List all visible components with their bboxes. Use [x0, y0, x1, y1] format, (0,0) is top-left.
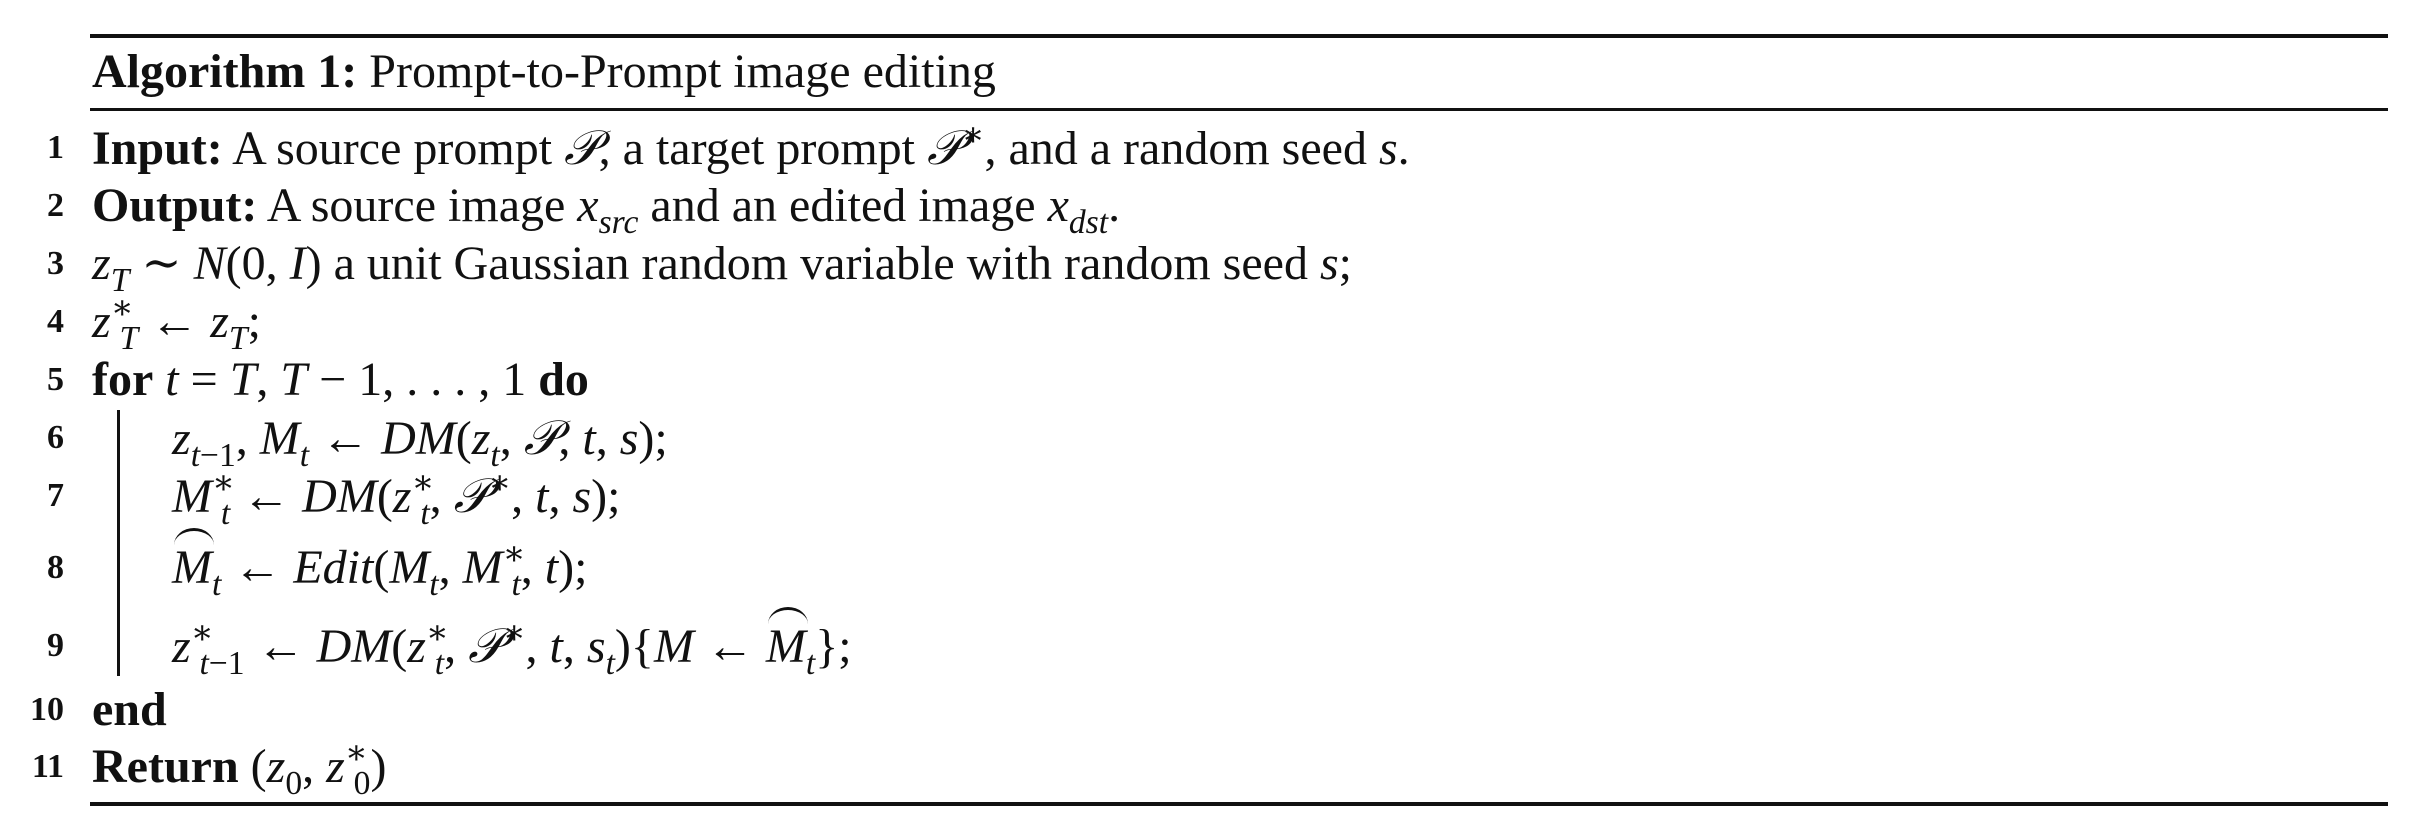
top-rule	[90, 34, 2388, 38]
line-number: 11	[31, 748, 64, 785]
loop-body-bar	[117, 410, 120, 676]
caption-label: Algorithm 1:	[92, 45, 358, 98]
line-content: z∗T ← zT;	[92, 289, 261, 357]
line-number: 1	[47, 129, 64, 166]
line-number: 2	[47, 187, 64, 224]
line-number: 9	[47, 627, 64, 664]
line-content: Output: A source image xsrc and an edite…	[92, 179, 1121, 241]
line-content: Return (z0, z∗0)	[92, 734, 387, 802]
line-content: Mt ← Edit(Mt, M∗t, t);	[172, 528, 588, 603]
line-number: 10	[30, 691, 64, 728]
line-number: 3	[47, 245, 64, 282]
bottom-rule	[90, 802, 2388, 806]
line-content: zT ∼ N(0, I) a unit Gaussian random vari…	[92, 237, 1352, 299]
line-content: Input: A source prompt 𝒫, a target promp…	[92, 116, 1410, 176]
caption-rule	[90, 108, 2388, 111]
line-content: zt−1, Mt ← DM(zt, 𝒫, t, s);	[172, 410, 668, 474]
line-number: 6	[47, 419, 64, 456]
line-content: for t = T, T − 1, . . . , 1 do	[92, 353, 589, 406]
line-content: M∗t ← DM(z∗t, 𝒫∗, t, s);	[172, 464, 621, 532]
line-number: 8	[47, 549, 64, 586]
line-number: 7	[47, 477, 64, 514]
caption-title: Prompt-to-Prompt image editing	[369, 45, 996, 98]
line-number: 5	[47, 361, 64, 398]
line-number: 4	[47, 303, 64, 340]
line-content: end	[92, 683, 167, 736]
line-content: z∗t−1 ← DM(z∗t, 𝒫∗, t, st){M ← Mt};	[172, 607, 852, 682]
algorithm-caption: Algorithm 1: Prompt-to-Prompt image edit…	[92, 40, 996, 104]
